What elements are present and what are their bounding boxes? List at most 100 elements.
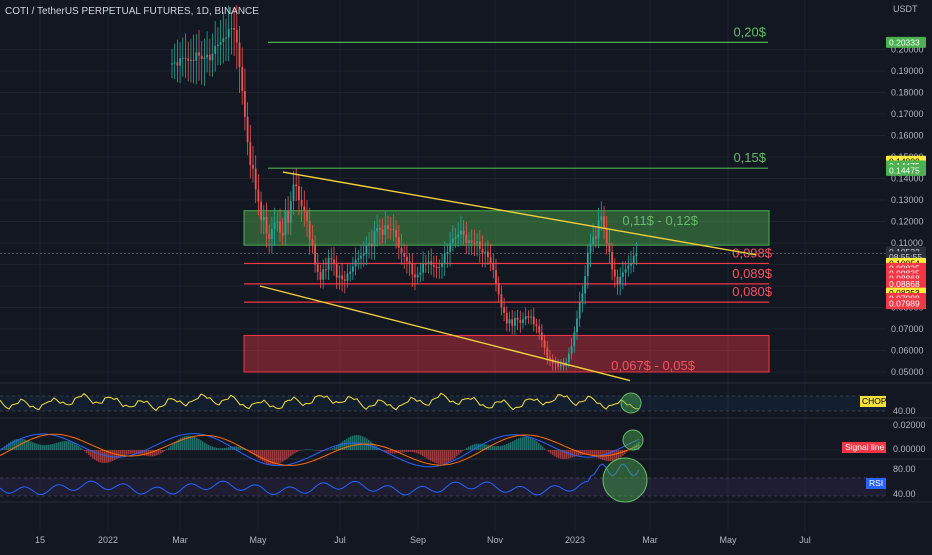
macd-hist-bar: [312, 449, 314, 451]
macd-hist-bar: [320, 450, 322, 451]
macd-hist-bar: [238, 446, 240, 450]
macd-hist-bar: [50, 444, 52, 450]
macd-hist-bar: [282, 450, 284, 462]
macd-hist-bar: [76, 444, 78, 450]
macd-hist-bar: [310, 449, 312, 450]
macd-hist-bar: [64, 441, 66, 450]
macd-hist-bar: [302, 449, 304, 451]
macd-hist-bar: [306, 449, 308, 450]
macd-hist-bar: [226, 447, 228, 450]
candle-body: [338, 275, 341, 278]
x-tick-label: Mar: [642, 535, 658, 545]
macd-hist-bar: [424, 450, 426, 458]
candle-body: [576, 318, 578, 333]
candle-body: [635, 253, 638, 256]
candle-body: [570, 345, 573, 354]
macd-hist-bar: [414, 450, 416, 453]
macd-hist-bar: [464, 449, 466, 450]
macd-hist-bar: [448, 450, 450, 463]
chop-highlight: [620, 392, 642, 414]
rsi-tick: 40.00: [893, 489, 916, 499]
macd-hist-bar: [102, 450, 104, 463]
candle-body: [217, 44, 219, 47]
macd-hist-bar: [438, 450, 440, 465]
macd-hist-bar: [66, 441, 68, 450]
candle-body: [262, 216, 265, 221]
x-tick-label: Mar: [172, 535, 188, 545]
macd-hist-bar: [468, 446, 470, 450]
macd-hist-bar: [60, 441, 62, 450]
macd-hist-bar: [292, 450, 294, 455]
macd-hist-bar: [440, 450, 442, 465]
candle-body: [246, 116, 249, 142]
macd-hist-bar: [212, 446, 214, 450]
macd-hist-bar: [332, 448, 334, 450]
macd-hist-bar: [174, 442, 176, 450]
candle-body: [300, 200, 303, 207]
candle-body: [497, 283, 500, 295]
macd-hist-bar: [622, 450, 624, 456]
candle-body: [346, 273, 349, 281]
candle-body: [613, 269, 616, 277]
candle-body: [222, 38, 225, 42]
macd-hist-bar: [508, 443, 510, 450]
y-tick-label: 0.17000: [891, 109, 924, 119]
candle-body: [181, 57, 184, 59]
candle-body: [514, 317, 516, 326]
candle-body: [597, 220, 600, 239]
candle-body: [622, 272, 624, 277]
candle-body: [206, 54, 208, 58]
candle-body: [319, 272, 322, 280]
candle-body: [511, 319, 514, 326]
macd-hist-bar: [566, 450, 568, 459]
candle-body: [219, 41, 222, 45]
macd-hist-bar: [54, 443, 56, 450]
candle-body: [605, 228, 608, 244]
y-tick-label: 0.05000: [891, 367, 924, 377]
rsi-badge-text: RSI: [869, 478, 883, 488]
macd-hist-bar: [416, 450, 418, 454]
candle-body: [184, 57, 187, 59]
macd-hist-bar: [208, 444, 210, 450]
chart-root[interactable]: 0,11$ - 0,12$ 0,067$ - 0,05$ 0,20$ 0,15$ 0,0…: [0, 0, 932, 550]
macd-hist-bar: [112, 450, 114, 461]
macd-hist-bar: [284, 450, 286, 461]
price-badge-text: 0.20333: [889, 37, 920, 47]
macd-hist-bar: [56, 442, 58, 450]
macd-hist-bar: [362, 436, 364, 450]
macd-hist-bar: [34, 443, 36, 450]
candle-body: [449, 243, 451, 253]
macd-hist-bar: [222, 448, 224, 450]
candle-body: [352, 266, 354, 272]
macd-hist-bar: [288, 450, 290, 458]
candle-body: [233, 28, 235, 30]
candle-body: [225, 37, 227, 39]
price-chart-svg[interactable]: 0,11$ - 0,12$ 0,067$ - 0,05$ 0,20$ 0,15$ 0,0…: [0, 0, 932, 550]
macd-hist-bar: [428, 450, 430, 460]
x-tick-label: Sep: [410, 535, 426, 545]
macd-hist-bar: [296, 450, 298, 453]
candle-body: [370, 243, 373, 247]
macd-hist-bar: [430, 450, 432, 461]
macd-hist-bar: [552, 450, 554, 456]
macd-hist-bar: [496, 446, 498, 450]
candle-body: [306, 210, 308, 222]
macd-hist-bar: [28, 440, 30, 450]
candle-body: [586, 252, 589, 277]
macd-hist-bar: [418, 450, 420, 454]
candle-body: [546, 347, 549, 358]
candle-body: [476, 241, 478, 244]
y-tick-label: 0.06000: [891, 346, 924, 356]
x-tick-label: 15: [35, 535, 45, 545]
macd-hist-bar: [114, 450, 116, 461]
candle-body: [311, 239, 314, 246]
macd-hist-bar: [192, 436, 194, 450]
macd-hist-bar: [32, 442, 34, 450]
rsi-highlight: [602, 457, 648, 503]
zone-label-green: 0,11$ - 0,12$: [622, 213, 698, 228]
macd-hist-bar: [346, 438, 348, 450]
price-badge-text: 0.07989: [889, 299, 920, 309]
macd-top-tick: 0.02000: [893, 420, 926, 430]
macd-hist-bar: [264, 450, 266, 463]
x-tick-label: Jul: [334, 535, 346, 545]
